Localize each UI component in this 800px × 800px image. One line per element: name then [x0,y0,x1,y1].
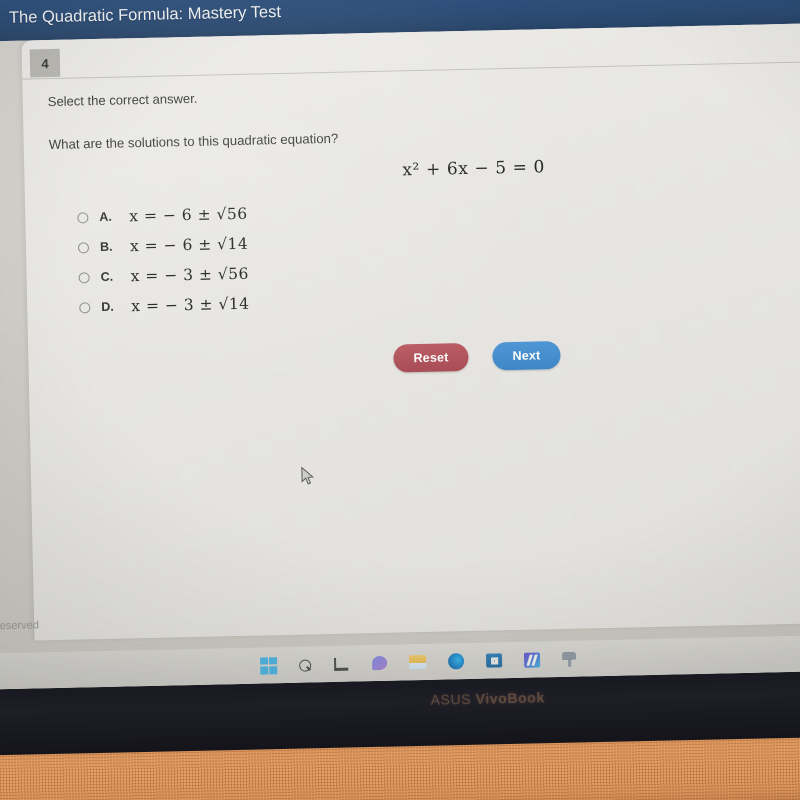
photo-of-laptop-screen: ASUS VivoBook …rMvoLy5mlMl5ncHAdZWRtZW50… [0,0,800,800]
task-view-icon[interactable] [333,655,350,672]
option-letter-b: B. [99,239,113,254]
option-math-a: x = − 6 ± √56 [129,204,248,226]
action-buttons: Reset Next [393,340,561,373]
question-card: 4 Select the correct answer. What are th… [21,22,800,641]
microsoft-store-icon[interactable] [485,653,503,668]
grey-app-icon[interactable] [561,651,577,667]
page-body: 4 Select the correct answer. What are th… [0,22,800,690]
answer-option-c[interactable]: C. x = − 3 ± √56 [78,259,249,293]
option-letter-a: A. [99,209,112,224]
next-button[interactable]: Next [492,340,561,371]
laptop-screen: …rMvoLy5mlMl5ncHAdZWRtZW50dW0uY29tL2xlYX… [0,0,800,690]
question-prompt-text: What are the solutions to this quadratic… [48,130,339,153]
answer-option-a[interactable]: A. x = − 6 ± √56 [77,199,248,233]
answer-option-b[interactable]: B. x = − 6 ± √14 [77,229,249,263]
radio-button-a[interactable] [77,211,89,223]
search-icon[interactable] [299,658,312,672]
card-divider [22,60,800,80]
option-math-d: x = − 3 ± √14 [131,294,250,316]
option-letter-d: D. [101,299,114,314]
mouse-pointer-icon [301,466,315,485]
copyright-text: ghts reserved [0,619,40,633]
radio-button-c[interactable] [78,271,90,283]
purple-app-icon[interactable] [523,651,541,668]
edge-icon[interactable] [447,653,465,670]
start-icon[interactable] [259,656,278,675]
answer-options-list: A. x = − 6 ± √56 B. x = − 6 ± √14 C. x =… [77,199,250,323]
file-explorer-icon[interactable] [408,654,427,670]
brand-name: VivoBook [475,689,545,707]
option-math-b: x = − 6 ± √14 [129,234,249,256]
radio-button-b[interactable] [77,241,90,253]
chat-icon[interactable] [371,655,388,671]
option-letter-c: C. [100,269,114,284]
reset-button[interactable]: Reset [393,342,469,373]
radio-button-d[interactable] [79,301,91,313]
page-title: The Quadratic Formula: Mastery Test [8,2,282,27]
brand-prefix: ASUS [430,690,476,708]
option-math-c: x = − 3 ± √56 [130,264,250,286]
laptop-brand-label: ASUS VivoBook [430,689,544,707]
equation-display: x² + 6x − 5 = 0 [402,157,546,181]
question-number-badge: 4 [29,48,61,78]
instruction-text: Select the correct answer. [47,90,198,110]
answer-option-d[interactable]: D. x = − 3 ± √14 [79,289,250,323]
